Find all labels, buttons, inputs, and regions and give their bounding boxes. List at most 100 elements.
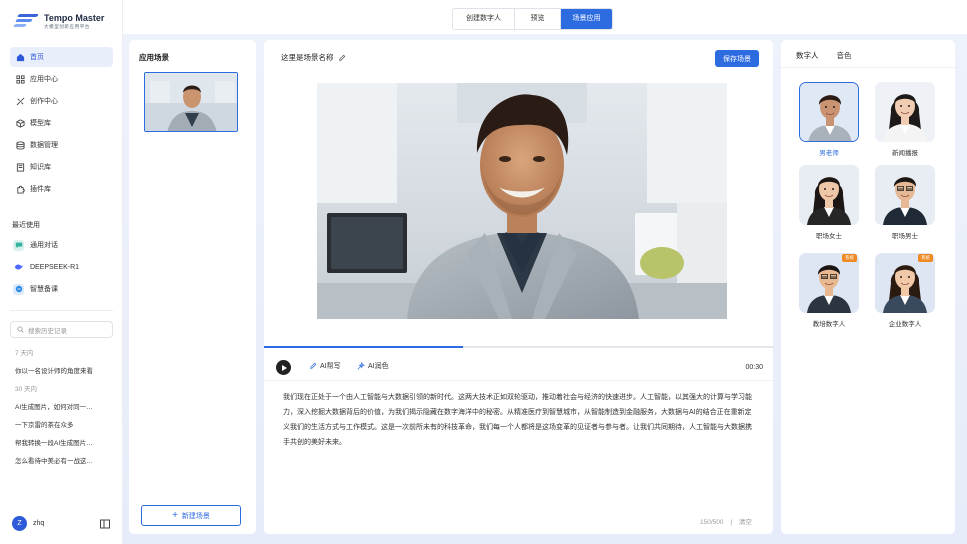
char-count: 150/500	[700, 519, 724, 526]
nav-item-data[interactable]: 数据管理	[10, 135, 113, 155]
nav-item-create[interactable]: 创作中心	[10, 91, 113, 111]
play-button[interactable]	[276, 360, 291, 375]
recent-list: 通用对话 DEEPSEEK-R1 智慧备课	[10, 234, 113, 300]
avatar-card[interactable]: 男老师	[799, 82, 859, 157]
avatar-panel: 数字人 音色 男老师 新闻播报 职场女士 职场男士 系统 教培数字人 系统 企业…	[781, 40, 955, 534]
history-group-label: 30 天内	[15, 386, 38, 393]
script-textarea[interactable]: 我们现在正处于一个由人工智能与大数据引领的新时代。这两大技术正如双轮驱动，推动着…	[283, 390, 758, 450]
logo-mark-icon	[13, 12, 40, 30]
app-logo[interactable]: Tempo Master 大模型创新应用平台	[13, 12, 105, 30]
save-scene-button[interactable]: 保存场景	[715, 50, 759, 67]
playback-progress[interactable]	[264, 346, 773, 348]
nav-item-knowledge[interactable]: 知识库	[10, 157, 113, 177]
user-avatar: Z	[12, 516, 27, 531]
deepseek-icon	[13, 262, 24, 273]
nav-item-plugins[interactable]: 插件库	[10, 179, 113, 199]
history-item[interactable]: 你以一名设计师的角度来看	[15, 363, 115, 381]
plus-icon: +	[172, 510, 178, 521]
nav-item-home[interactable]: 首页	[10, 47, 113, 67]
progress-fill	[264, 346, 463, 348]
nav-item-models[interactable]: 模型库	[10, 113, 113, 133]
clear-button[interactable]: 清空	[739, 519, 752, 526]
avatar-card[interactable]: 职场男士	[875, 165, 935, 240]
ai-polish-button[interactable]: AI润色	[357, 361, 389, 371]
lesson-icon	[13, 283, 24, 295]
tab-scene-app[interactable]: 场景应用	[561, 9, 612, 29]
top-bar: 创建数字人 预览 场景应用	[123, 0, 967, 34]
history-item[interactable]: 怎么看待中美必有一战这…	[15, 453, 115, 471]
ai-polish-icon	[357, 362, 365, 370]
recent-label: 智慧备课	[30, 286, 58, 293]
main-area: 创建数字人 预览 场景应用 应用场景 + 新建场景 这里是场景名称 保存场景 A…	[123, 0, 967, 544]
ai-write-icon	[310, 362, 317, 369]
recent-label: DEEPSEEK-R1	[30, 263, 80, 271]
recent-item-deepseek[interactable]: DEEPSEEK-R1	[10, 256, 113, 278]
sidebar-toggle-icon[interactable]	[100, 519, 110, 529]
recent-item-lesson[interactable]: 智慧备课	[10, 278, 113, 300]
system-tag: 系统	[842, 254, 857, 262]
nav-item-apps[interactable]: 应用中心	[10, 69, 113, 89]
tab-create-avatar[interactable]: 创建数字人	[453, 9, 515, 29]
history-item[interactable]: 一下京雷的茶在众多	[15, 417, 115, 435]
avatar-thumbnail	[799, 82, 859, 142]
avatar-preview-image	[317, 83, 727, 319]
chat-icon	[13, 239, 24, 251]
app-title: Tempo Master	[44, 12, 105, 23]
avatar-card[interactable]: 系统 企业数字人	[875, 253, 935, 328]
step-tabs: 创建数字人 预览 场景应用	[452, 8, 613, 30]
edit-icon[interactable]	[338, 54, 346, 62]
history-list: 7 天内 你以一名设计师的角度来看 30 天内 AI生成图片，如何对同一… 一下…	[15, 345, 115, 471]
ai-write-button[interactable]: AI帮写	[309, 361, 341, 371]
nav-label: 创作中心	[30, 98, 58, 105]
nav-label: 知识库	[30, 164, 51, 171]
search-icon	[17, 326, 24, 333]
avatar-label: 职场女士	[816, 233, 842, 240]
main-nav: 首页 应用中心 创作中心 模型库 数据管理 知识库 插件库	[10, 47, 113, 201]
plugin-icon	[16, 185, 25, 194]
tab-voice[interactable]: 音色	[837, 50, 852, 68]
nav-label: 插件库	[30, 186, 51, 193]
nav-label: 首页	[30, 54, 44, 61]
scene-panel: 应用场景 + 新建场景	[129, 40, 256, 534]
avatar-label: 企业数字人	[888, 321, 922, 328]
book-icon	[16, 162, 25, 172]
search-placeholder: 搜索历史记录	[28, 327, 67, 335]
scene-name[interactable]: 这里是场景名称	[281, 52, 346, 63]
avatar-thumbnail	[875, 165, 935, 225]
create-icon	[16, 97, 25, 106]
recent-title: 最近使用	[12, 222, 40, 229]
nav-label: 应用中心	[30, 76, 58, 83]
user-profile[interactable]: Z zhq	[12, 516, 44, 531]
history-item[interactable]: 帮我转换一段AI生成图片…	[15, 435, 115, 453]
sidebar: Tempo Master 大模型创新应用平台 首页 应用中心 创作中心 模型库 …	[0, 0, 123, 544]
new-scene-button[interactable]: + 新建场景	[141, 505, 241, 526]
nav-label: 数据管理	[30, 142, 58, 149]
cube-icon	[16, 118, 25, 128]
scene-thumbnail[interactable]	[144, 72, 238, 132]
text-counter: 150/500 | 清空	[700, 519, 752, 526]
avatar-thumbnail: 系统	[799, 253, 859, 313]
app-subtitle: 大模型创新应用平台	[44, 23, 90, 29]
ai-write-label: AI帮写	[320, 363, 341, 370]
nav-label: 模型库	[30, 120, 51, 127]
scene-name-text: 这里是场景名称	[281, 53, 334, 62]
tab-preview[interactable]: 预览	[515, 9, 561, 29]
tab-digital-human[interactable]: 数字人	[796, 50, 819, 68]
recent-item-chat[interactable]: 通用对话	[10, 234, 113, 256]
new-scene-label: 新建场景	[181, 512, 210, 520]
avatar-label: 职场男士	[892, 233, 918, 240]
history-item[interactable]: AI生成图片，如何对同一…	[15, 399, 115, 417]
script-divider	[264, 380, 773, 381]
avatar-thumbnail: 系统	[875, 253, 935, 313]
sidebar-divider	[10, 310, 113, 311]
scene-panel-title: 应用场景	[139, 53, 169, 62]
avatar-card[interactable]: 新闻播报	[875, 82, 935, 157]
avatar-card[interactable]: 系统 教培数字人	[799, 253, 859, 328]
avatar-label: 男老师	[819, 150, 839, 157]
avatar-thumbnail	[799, 165, 859, 225]
avatar-label: 教培数字人	[812, 321, 846, 328]
avatar-label: 新闻播报	[892, 150, 918, 157]
avatar-card[interactable]: 职场女士	[799, 165, 859, 240]
tab-underline	[781, 67, 955, 68]
history-search-input[interactable]: 搜索历史记录	[10, 321, 113, 338]
